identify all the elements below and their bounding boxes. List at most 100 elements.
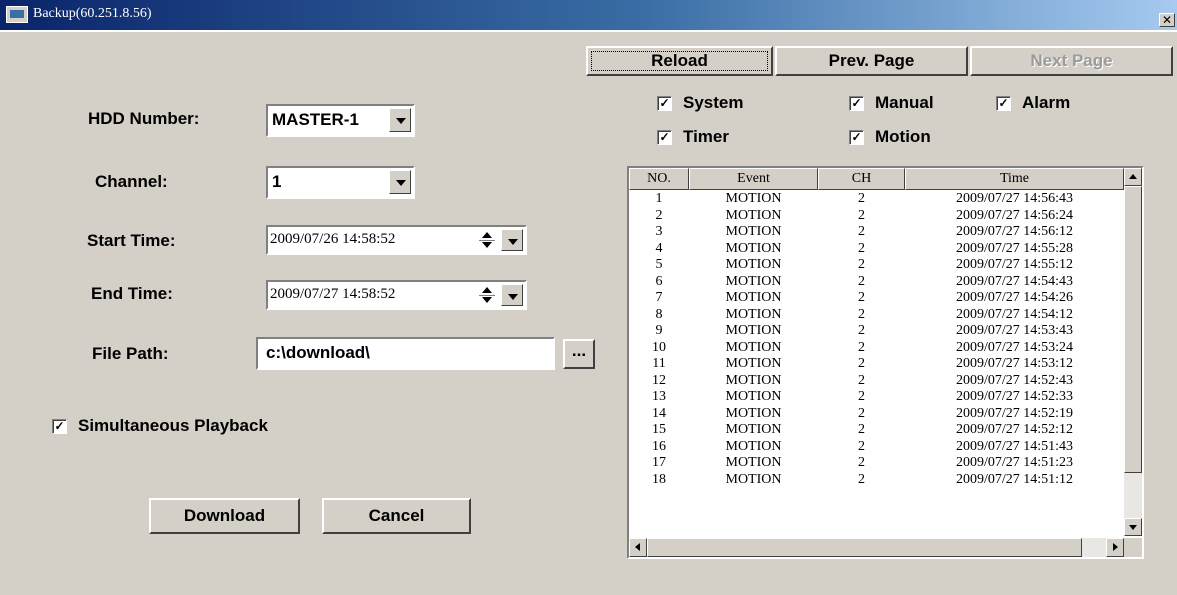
event-list[interactable]: NO. Event CH Time 1 MOTION 2 2009/07/27 14:… [627, 166, 1144, 559]
end-time-picker[interactable]: 2009/07/27 14:58:52 [266, 280, 527, 310]
table-row[interactable]: 14 MOTION 2 2009/07/27 14:52:19 [629, 406, 1126, 423]
table-row[interactable]: 13 MOTION 2 2009/07/27 14:52:33 [629, 389, 1126, 406]
cell-time: 2009/07/27 14:53:24 [955, 339, 1074, 355]
cell-event: MOTION [725, 323, 782, 338]
table-row[interactable]: 11 MOTION 2 2009/07/27 14:53:12 [629, 356, 1126, 373]
checkbox-icon[interactable]: ✓ [849, 129, 864, 145]
scroll-down-icon[interactable] [1124, 518, 1142, 536]
table-row[interactable]: 16 MOTION 2 2009/07/27 14:51:43 [629, 439, 1126, 456]
cell-time: 2009/07/27 14:54:26 [955, 290, 1074, 305]
column-header-time[interactable]: Time [905, 168, 1124, 190]
chevron-down-icon[interactable] [389, 170, 411, 194]
next-page-button[interactable]: Next Page [970, 46, 1173, 76]
cell-ch: 2 [858, 191, 865, 206]
table-row[interactable]: 3 MOTION 2 2009/07/27 14:56:12 [629, 224, 1126, 241]
filter-label: Manual [875, 93, 934, 112]
chevron-down-icon[interactable] [501, 229, 523, 251]
table-row[interactable]: 6 MOTION 2 2009/07/27 14:54:43 [629, 274, 1126, 291]
filter-timer[interactable]: ✓ Timer [657, 127, 729, 147]
simultaneous-playback-label: Simultaneous Playback [78, 416, 268, 435]
filter-label: Motion [875, 127, 931, 146]
chevron-down-icon[interactable] [501, 284, 523, 306]
cell-event: MOTION [725, 290, 782, 305]
cell-ch: 2 [858, 405, 865, 421]
checkbox-icon[interactable]: ✓ [657, 129, 672, 145]
table-row[interactable]: 7 MOTION 2 2009/07/27 14:54:26 [629, 290, 1126, 307]
table-row[interactable]: 15 MOTION 2 2009/07/27 14:52:12 [629, 422, 1126, 439]
table-row[interactable]: 12 MOTION 2 2009/07/27 14:52:43 [629, 373, 1126, 390]
table-row[interactable]: 10 MOTION 2 2009/07/27 14:53:24 [629, 340, 1126, 357]
cell-no: 16 [652, 438, 666, 454]
cell-time: 2009/07/27 14:56:43 [955, 191, 1074, 206]
cell-no: 17 [652, 455, 666, 470]
cell-event: MOTION [725, 339, 782, 355]
filter-system[interactable]: ✓ System [657, 93, 743, 113]
cell-event: MOTION [725, 207, 782, 223]
filter-manual[interactable]: ✓ Manual [849, 93, 934, 113]
scroll-up-icon[interactable] [1124, 168, 1142, 186]
table-row[interactable]: 2 MOTION 2 2009/07/27 14:56:24 [629, 208, 1126, 225]
cell-ch: 2 [858, 422, 865, 437]
table-row[interactable]: 4 MOTION 2 2009/07/27 14:55:28 [629, 241, 1126, 258]
table-row[interactable]: 18 MOTION 2 2009/07/27 14:51:12 [629, 472, 1126, 489]
table-row[interactable]: 5 MOTION 2 2009/07/27 14:55:12 [629, 257, 1126, 274]
chevron-down-icon[interactable] [389, 108, 411, 132]
browse-button[interactable]: ... [563, 339, 595, 369]
checkbox-icon[interactable]: ✓ [996, 95, 1011, 111]
scroll-thumb[interactable] [1124, 186, 1142, 473]
file-path-input[interactable]: c:\download\ [256, 337, 555, 370]
start-time-picker[interactable]: 2009/07/26 14:58:52 [266, 225, 527, 255]
cell-ch: 2 [858, 273, 865, 289]
spinner-icon[interactable] [477, 285, 497, 305]
channel-value: 1 [272, 172, 282, 191]
cell-no: 3 [655, 224, 663, 239]
cell-ch: 2 [858, 455, 865, 470]
filter-label: Alarm [1022, 93, 1071, 112]
cell-no: 18 [652, 471, 666, 487]
cell-event: MOTION [725, 372, 782, 388]
cell-ch: 2 [858, 257, 865, 272]
cell-no: 1 [655, 191, 663, 206]
cell-event: MOTION [725, 405, 782, 421]
simultaneous-playback-checkbox[interactable]: ✓ Simultaneous Playback [52, 416, 268, 436]
hdd-number-select[interactable]: MASTER-1 [266, 104, 415, 137]
download-button[interactable]: Download [149, 498, 300, 534]
channel-select[interactable]: 1 [266, 166, 415, 199]
cell-event: MOTION [725, 471, 782, 487]
cancel-button[interactable]: Cancel [322, 498, 471, 534]
checkbox-icon[interactable]: ✓ [849, 95, 864, 111]
cell-time: 2009/07/27 14:51:43 [955, 438, 1074, 454]
table-row[interactable]: 9 MOTION 2 2009/07/27 14:53:43 [629, 323, 1126, 340]
horizontal-scroll-thumb[interactable] [647, 538, 1082, 557]
cell-time: 2009/07/27 14:52:43 [955, 372, 1074, 388]
cell-ch: 2 [858, 339, 865, 355]
column-header-event[interactable]: Event [689, 168, 818, 190]
cell-no: 2 [655, 207, 663, 223]
horizontal-scrollbar[interactable] [629, 538, 1124, 557]
checkbox-icon[interactable]: ✓ [52, 418, 67, 434]
table-row[interactable]: 17 MOTION 2 2009/07/27 14:51:23 [629, 455, 1126, 472]
spinner-icon[interactable] [477, 230, 497, 250]
table-row[interactable]: 1 MOTION 2 2009/07/27 14:56:43 [629, 191, 1126, 208]
cell-ch: 2 [858, 306, 865, 322]
filter-alarm[interactable]: ✓ Alarm [996, 93, 1070, 113]
cell-event: MOTION [725, 273, 782, 289]
column-header-ch[interactable]: CH [818, 168, 905, 190]
cell-ch: 2 [858, 438, 865, 454]
close-button[interactable]: ✕ [1159, 13, 1175, 27]
table-row[interactable]: 8 MOTION 2 2009/07/27 14:54:12 [629, 307, 1126, 324]
vertical-scrollbar[interactable] [1124, 168, 1142, 536]
column-header-no[interactable]: NO. [629, 168, 689, 190]
filter-motion[interactable]: ✓ Motion [849, 127, 931, 147]
scroll-left-icon[interactable] [629, 538, 647, 557]
filter-label: Timer [683, 127, 729, 146]
cell-event: MOTION [725, 438, 782, 454]
cell-ch: 2 [858, 356, 865, 371]
scroll-right-icon[interactable] [1106, 538, 1124, 557]
cell-no: 12 [652, 372, 666, 388]
table-body: 1 MOTION 2 2009/07/27 14:56:43 2 MOTION 2 2009/… [629, 191, 1126, 488]
checkbox-icon[interactable]: ✓ [657, 95, 672, 111]
cell-ch: 2 [858, 372, 865, 388]
reload-button[interactable]: Reload [586, 46, 773, 76]
prev-page-button[interactable]: Prev. Page [775, 46, 968, 76]
